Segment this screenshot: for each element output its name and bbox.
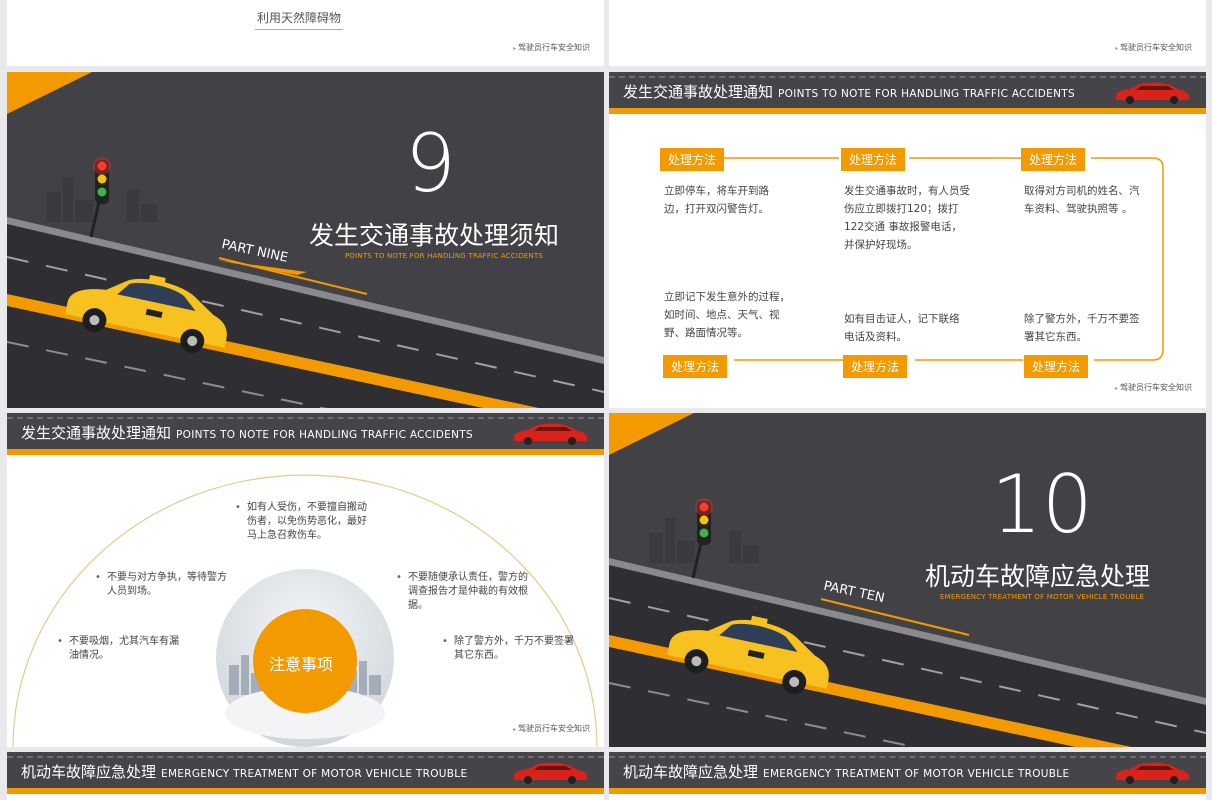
note-item-5: 除了警方外，千万不要签署其它东西。 [442,635,582,663]
footer-text: 驾驶员行车安全知识 [1115,42,1192,53]
footer-text: 驾驶员行车安全知识 [1115,382,1192,393]
slide-thumbnail-attention[interactable]: 发生交通事故处理通知 POINTS TO NOTE FOR HANDLING TR… [7,413,604,747]
step-badge-2: 处理方法 [841,148,906,171]
note-item-1: 如有人受伤，不要擅自搬动伤者，以免伤势恶化，最好马上急召救伤车。 [235,501,375,543]
note-item-2: 不要与对方争执，等待警方人员到场。 [95,571,235,599]
part-title: 机动车故障应急处理 [925,562,1151,591]
slide-thumbnail-top-left[interactable]: 利用天然障碍物 驾驶员行车安全知识 [7,0,604,66]
part-number: 10 [991,458,1093,551]
step-text-2: 发生交通事故时，有人员受伤应立即拨打120；拨打122交通 事故报警电话，并保护… [844,185,970,251]
part-title: 发生交通事故处理须知 [309,221,560,250]
step-badge-1: 处理方法 [660,148,725,171]
step-text-4: 立即记下发生意外的过程，如时间、地点、天气、视野、路面情况等。 [664,291,790,339]
header-title-en: EMERGENCY TREATMENT OF MOTOR VEHICLE TRO… [161,768,468,780]
footer-text: 驾驶员行车安全知识 [513,723,590,734]
slide-thumbnail-top-right[interactable]: 驾驶员行车安全知识 [609,0,1206,66]
note-item-3: 不要随便承认责任，警方的调查报告才是仲裁的有效根据。 [396,571,528,613]
center-label: 注意事项 [269,655,334,674]
part-number: 9 [405,117,456,210]
step-text-3: 取得对方司机的姓名、汽车资料、驾驶执照等 。 [1024,185,1140,215]
step-text-6: 除了警方外，千万不要签署其它东西。 [1024,313,1140,343]
step-badge-3: 处理方法 [1021,148,1086,171]
footer-text: 驾驶员行车安全知识 [513,42,590,53]
part-subtitle: POINTS TO NOTE FOR HANDLING TRAFFIC ACCI… [345,252,543,260]
header-title-en: EMERGENCY TREATMENT OF MOTOR VEHICLE TRO… [763,768,1070,780]
red-car-icon [514,762,587,784]
slide-header: 机动车故障应急处理 EMERGENCY TREATMENT OF MOTOR VE… [7,752,604,794]
header-title: 机动车故障应急处理 EMERGENCY TREATMENT OF MOTOR VE… [623,761,1069,782]
header-title-cn: 机动车故障应急处理 [623,763,759,781]
note-item-4: 不要吸烟，尤其汽车有漏油情况。 [57,635,187,663]
slide-thumbnail-bottom-left[interactable]: 机动车故障应急处理 EMERGENCY TREATMENT OF MOTOR VE… [7,752,604,800]
slide-thumbnail-part-ten[interactable]: 10 机动车故障应急处理 EMERGENCY TREATMENT OF MOTO… [609,413,1206,747]
step-text-1: 立即停车，将车开到路边，打开双闪警告灯。 [664,185,769,215]
step-badge-5: 处理方法 [843,355,908,378]
red-car-icon [1116,762,1189,784]
caption-text: 利用天然障碍物 [257,11,342,25]
step-text-5: 如有目击证人，记下联络电话及资料。 [844,313,960,343]
header-title: 机动车故障应急处理 EMERGENCY TREATMENT OF MOTOR VE… [21,761,467,782]
step-badge-6: 处理方法 [1024,355,1089,378]
slide-thumbnail-part-nine[interactable]: 9 发生交通事故处理须知 POINTS TO NOTE FOR HANDLING… [7,72,604,408]
slide-thumbnail-bottom-right[interactable]: 机动车故障应急处理 EMERGENCY TREATMENT OF MOTOR VE… [609,752,1206,800]
step-badge-4: 处理方法 [663,355,728,378]
slide-header: 机动车故障应急处理 EMERGENCY TREATMENT OF MOTOR VE… [609,752,1206,794]
part-subtitle: EMERGENCY TREATMENT OF MOTOR VEHICLE TRO… [940,593,1145,601]
slide-thumbnail-handling-steps[interactable]: 发生交通事故处理通知 POINTS TO NOTE FOR HANDLING TR… [609,72,1206,408]
header-title-cn: 机动车故障应急处理 [21,763,157,781]
caption-underline [255,29,343,30]
